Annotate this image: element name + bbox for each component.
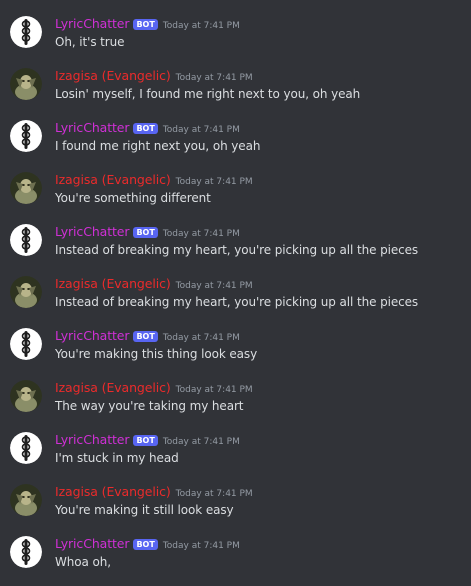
message-header: LyricChatter BOT Today at 7:41 PM [55,430,240,448]
timestamp: Today at 7:41 PM [175,489,253,499]
chain-avatar-icon[interactable] [10,120,42,152]
figure-avatar-icon[interactable] [10,172,42,204]
message-item: LyricChatter BOT Today at 7:41 PM I'm stuc… [0,430,471,476]
timestamp: Today at 7:41 PM [162,229,240,239]
author-name[interactable]: Izagisa (Evangelic) [55,380,171,395]
message-item: LyricChatter BOT Today at 7:41 PM I found … [0,118,471,164]
bot-badge: BOT [133,19,158,30]
message-text: You're making this thing look easy [55,347,258,361]
message-list: LyricChatter BOT Today at 7:41 PM Oh, it's… [0,0,471,586]
message-header: Izagisa (Evangelic) Today at 7:41 PM [55,378,253,396]
message-item: LyricChatter BOT Today at 7:41 PM You're m… [0,326,471,372]
author-name[interactable]: LyricChatter [55,536,130,551]
author-name[interactable]: LyricChatter [55,328,130,343]
message-header: LyricChatter BOT Today at 7:41 PM [55,534,240,552]
author-name[interactable]: LyricChatter [55,16,130,31]
message-item: Izagisa (Evangelic) Today at 7:41 PM Losi… [0,66,471,112]
message-item: Izagisa (Evangelic) Today at 7:41 PM The … [0,378,471,424]
message-header: LyricChatter BOT Today at 7:41 PM [55,14,240,32]
author-name[interactable]: LyricChatter [55,120,130,135]
chain-avatar-icon[interactable] [10,432,42,464]
message-item: LyricChatter BOT Today at 7:41 PM Whoa oh, [0,534,471,580]
message-header: Izagisa (Evangelic) Today at 7:41 PM [55,66,253,84]
chain-avatar-icon[interactable] [10,328,42,360]
timestamp: Today at 7:41 PM [162,437,240,447]
author-name[interactable]: Izagisa (Evangelic) [55,276,171,291]
chain-avatar-icon[interactable] [10,536,42,568]
message-text: Instead of breaking my heart, you're pic… [55,295,419,309]
author-name[interactable]: Izagisa (Evangelic) [55,68,171,83]
message-header: LyricChatter BOT Today at 7:41 PM [55,222,240,240]
author-name[interactable]: Izagisa (Evangelic) [55,484,171,499]
message-text: You're making it still look easy [55,503,234,517]
message-item: Izagisa (Evangelic) Today at 7:41 PM Inst… [0,274,471,320]
timestamp: Today at 7:41 PM [175,177,253,187]
message-header: LyricChatter BOT Today at 7:41 PM [55,118,240,136]
message-item: Izagisa (Evangelic) Today at 7:41 PM You'… [0,170,471,216]
timestamp: Today at 7:41 PM [162,21,240,31]
author-name[interactable]: Izagisa (Evangelic) [55,172,171,187]
author-name[interactable]: LyricChatter [55,432,130,447]
message-text: Whoa oh, [55,555,111,569]
bot-badge: BOT [133,227,158,238]
message-text: Losin' myself, I found me right next to … [55,87,361,101]
message-item: LyricChatter BOT Today at 7:41 PM Instead … [0,222,471,268]
figure-avatar-icon[interactable] [10,484,42,516]
bot-badge: BOT [133,539,158,550]
bot-badge: BOT [133,331,158,342]
figure-avatar-icon[interactable] [10,68,42,100]
author-name[interactable]: LyricChatter [55,224,130,239]
figure-avatar-icon[interactable] [10,276,42,308]
timestamp: Today at 7:41 PM [162,333,240,343]
message-text: You're something different [55,191,211,205]
timestamp: Today at 7:41 PM [175,73,253,83]
message-header: Izagisa (Evangelic) Today at 7:41 PM [55,482,253,500]
message-item: LyricChatter BOT Today at 7:41 PM Oh, it's… [0,14,471,60]
timestamp: Today at 7:41 PM [175,385,253,395]
message-header: Izagisa (Evangelic) Today at 7:41 PM [55,170,253,188]
message-header: Izagisa (Evangelic) Today at 7:41 PM [55,274,253,292]
timestamp: Today at 7:41 PM [162,125,240,135]
message-text: Oh, it's true [55,35,125,49]
message-text: Instead of breaking my heart, you're pic… [55,243,419,257]
message-text: I found me right next you, oh yeah [55,139,261,153]
chain-avatar-icon[interactable] [10,16,42,48]
message-text: I'm stuck in my head [55,451,179,465]
figure-avatar-icon[interactable] [10,380,42,412]
message-header: LyricChatter BOT Today at 7:41 PM [55,326,240,344]
timestamp: Today at 7:41 PM [175,281,253,291]
bot-badge: BOT [133,435,158,446]
message-text: The way you're taking my heart [55,399,244,413]
bot-badge: BOT [133,123,158,134]
chain-avatar-icon[interactable] [10,224,42,256]
message-item: Izagisa (Evangelic) Today at 7:41 PM You'… [0,482,471,528]
timestamp: Today at 7:41 PM [162,541,240,551]
